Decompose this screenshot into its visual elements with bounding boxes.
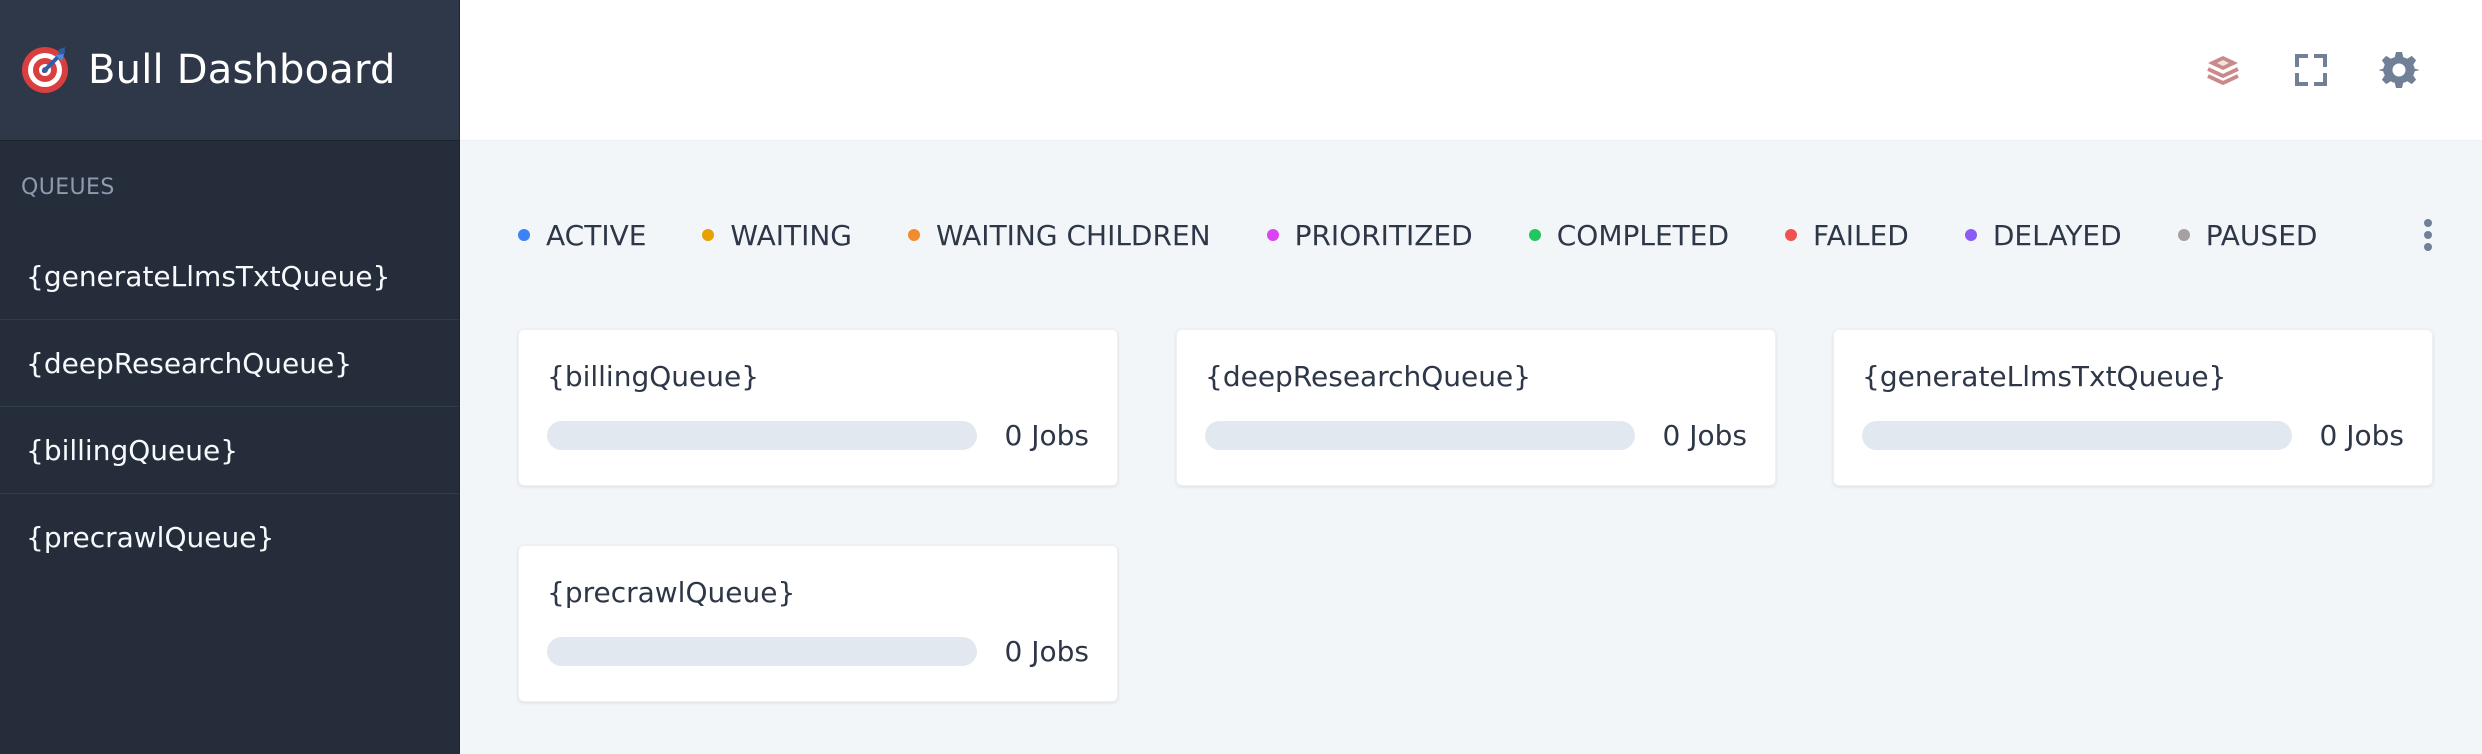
status-filter-delayed[interactable]: DELAYED [1964, 218, 2122, 252]
status-dot-icon [702, 229, 715, 241]
status-label: FAILED [1813, 218, 1909, 252]
fullscreen-icon[interactable] [2287, 46, 2335, 94]
sidebar-item-generate-llms-txt-queue[interactable]: {generateLlmsTxtQueue} [0, 233, 459, 320]
bull-dashboard-app: Bull Dashboard QUEUES {generateLlmsTxtQu… [0, 0, 2482, 754]
target-icon [22, 47, 68, 93]
status-dot-icon [1964, 229, 1977, 241]
status-filter-completed[interactable]: COMPLETED [1528, 218, 1730, 252]
status-label: COMPLETED [1556, 218, 1730, 252]
queue-card-title: {generateLlmsTxtQueue} [1862, 360, 2227, 393]
redis-icon[interactable] [2199, 46, 2247, 94]
queue-job-count: 0 Jobs [1004, 635, 1089, 668]
queue-card-deep-research[interactable]: {deepResearchQueue} 0 Jobs [1176, 329, 1776, 486]
status-filter-active[interactable]: ACTIVE [518, 219, 646, 252]
status-label: DELAYED [1992, 218, 2122, 252]
job-status-filter-bar: ACTIVE WAITING WAITING CHILDREN PRIORITI… [518, 212, 2448, 258]
status-filter-waiting[interactable]: WAITING [702, 219, 852, 252]
status-dot-icon [908, 229, 920, 241]
status-label: PRIORITIZED [1294, 218, 1473, 252]
app-title: Bull Dashboard [88, 47, 396, 93]
status-filter-paused[interactable]: PAUSED [2177, 218, 2318, 252]
status-filter-prioritized[interactable]: PRIORITIZED [1266, 218, 1473, 252]
vertical-ellipsis-icon[interactable] [2408, 212, 2448, 258]
queue-card-title: {billingQueue} [547, 360, 760, 393]
queue-job-count: 0 Jobs [1662, 419, 1747, 452]
status-label: PAUSED [2205, 218, 2318, 252]
queue-progress-bar [1862, 421, 2292, 450]
queue-job-count: 0 Jobs [1004, 419, 1089, 452]
queue-progress-bar [1205, 421, 1635, 450]
queue-job-count: 0 Jobs [2319, 419, 2404, 452]
queue-card-title: {deepResearchQueue} [1205, 360, 1532, 393]
queue-card-title: {precrawlQueue} [547, 576, 796, 609]
queue-cards-grid: {billingQueue} 0 Jobs {deepResearchQueue… [518, 329, 2433, 719]
queues-section-label: QUEUES [21, 174, 115, 200]
queue-card-precrawl[interactable]: {precrawlQueue} 0 Jobs [518, 545, 1118, 702]
queue-card-generate-llms-txt[interactable]: {generateLlmsTxtQueue} 0 Jobs [1833, 329, 2433, 486]
status-filter-waiting-children[interactable]: WAITING CHILDREN [908, 219, 1211, 252]
sidebar-item-deep-research-queue[interactable]: {deepResearchQueue} [0, 320, 459, 407]
sidebar: Bull Dashboard QUEUES {generateLlmsTxtQu… [0, 0, 460, 754]
top-header [460, 0, 2482, 141]
sidebar-queue-list: {generateLlmsTxtQueue} {deepResearchQueu… [0, 233, 459, 581]
queue-progress-bar [547, 421, 977, 450]
sidebar-brand: Bull Dashboard [0, 0, 459, 141]
status-dot-icon [1785, 229, 1798, 241]
sidebar-item-precrawl-queue[interactable]: {precrawlQueue} [0, 494, 459, 581]
status-dot-icon [1266, 229, 1279, 241]
status-filter-failed[interactable]: FAILED [1785, 219, 1909, 252]
status-dot-icon [518, 229, 530, 241]
status-label: WAITING CHILDREN [936, 218, 1211, 252]
status-label: ACTIVE [546, 218, 647, 252]
queue-card-billing[interactable]: {billingQueue} 0 Jobs [518, 329, 1118, 486]
status-label: WAITING [730, 218, 852, 252]
queue-progress-bar [547, 637, 977, 666]
status-dot-icon [2177, 229, 2190, 241]
sidebar-item-billing-queue[interactable]: {billingQueue} [0, 407, 459, 494]
gear-icon[interactable] [2375, 46, 2423, 94]
main-content: ACTIVE WAITING WAITING CHILDREN PRIORITI… [460, 141, 2482, 754]
status-dot-icon [1528, 229, 1541, 241]
